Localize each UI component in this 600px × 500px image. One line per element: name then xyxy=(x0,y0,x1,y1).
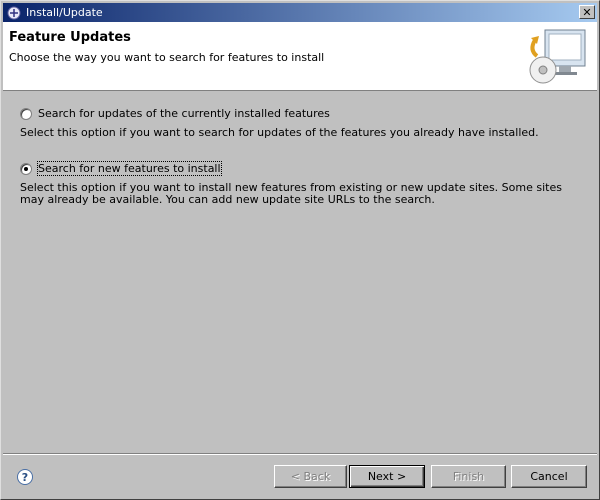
close-icon: ✕ xyxy=(582,5,592,19)
eclipse-install-icon xyxy=(7,6,21,19)
help-icon[interactable]: ? xyxy=(17,469,33,485)
option-installed-updates[interactable]: Search for updates of the currently inst… xyxy=(20,107,330,120)
option-installed-updates-description: Select this option if you want to search… xyxy=(20,126,539,139)
back-button[interactable]: < Back xyxy=(274,465,347,488)
close-button[interactable]: ✕ xyxy=(579,5,595,19)
radio-installed-updates[interactable] xyxy=(20,107,32,120)
next-button[interactable]: Next > xyxy=(349,465,425,488)
option-new-features-description: Select this option if you want to instal… xyxy=(20,181,562,206)
finish-button[interactable]: Finish xyxy=(431,465,506,488)
window-title: Install/Update xyxy=(26,6,103,19)
install-wizard-graphic xyxy=(529,29,586,84)
install-update-dialog: Install/Update ✕ Feature Updates Choose … xyxy=(0,0,600,500)
option-installed-updates-label[interactable]: Search for updates of the currently inst… xyxy=(38,107,330,120)
wizard-banner: Feature Updates Choose the way you want … xyxy=(3,22,597,91)
page-description: Choose the way you want to search for fe… xyxy=(9,51,325,64)
footer-separator xyxy=(3,453,597,455)
radio-new-features[interactable] xyxy=(20,162,32,175)
page-title: Feature Updates xyxy=(9,30,131,45)
wizard-content: Search for updates of the currently inst… xyxy=(3,93,597,453)
title-bar[interactable]: Install/Update ✕ xyxy=(3,3,597,22)
cancel-button[interactable]: Cancel xyxy=(511,465,587,488)
option-new-features[interactable]: Search for new features to install xyxy=(20,161,222,176)
option-new-features-label[interactable]: Search for new features to install xyxy=(37,161,222,176)
